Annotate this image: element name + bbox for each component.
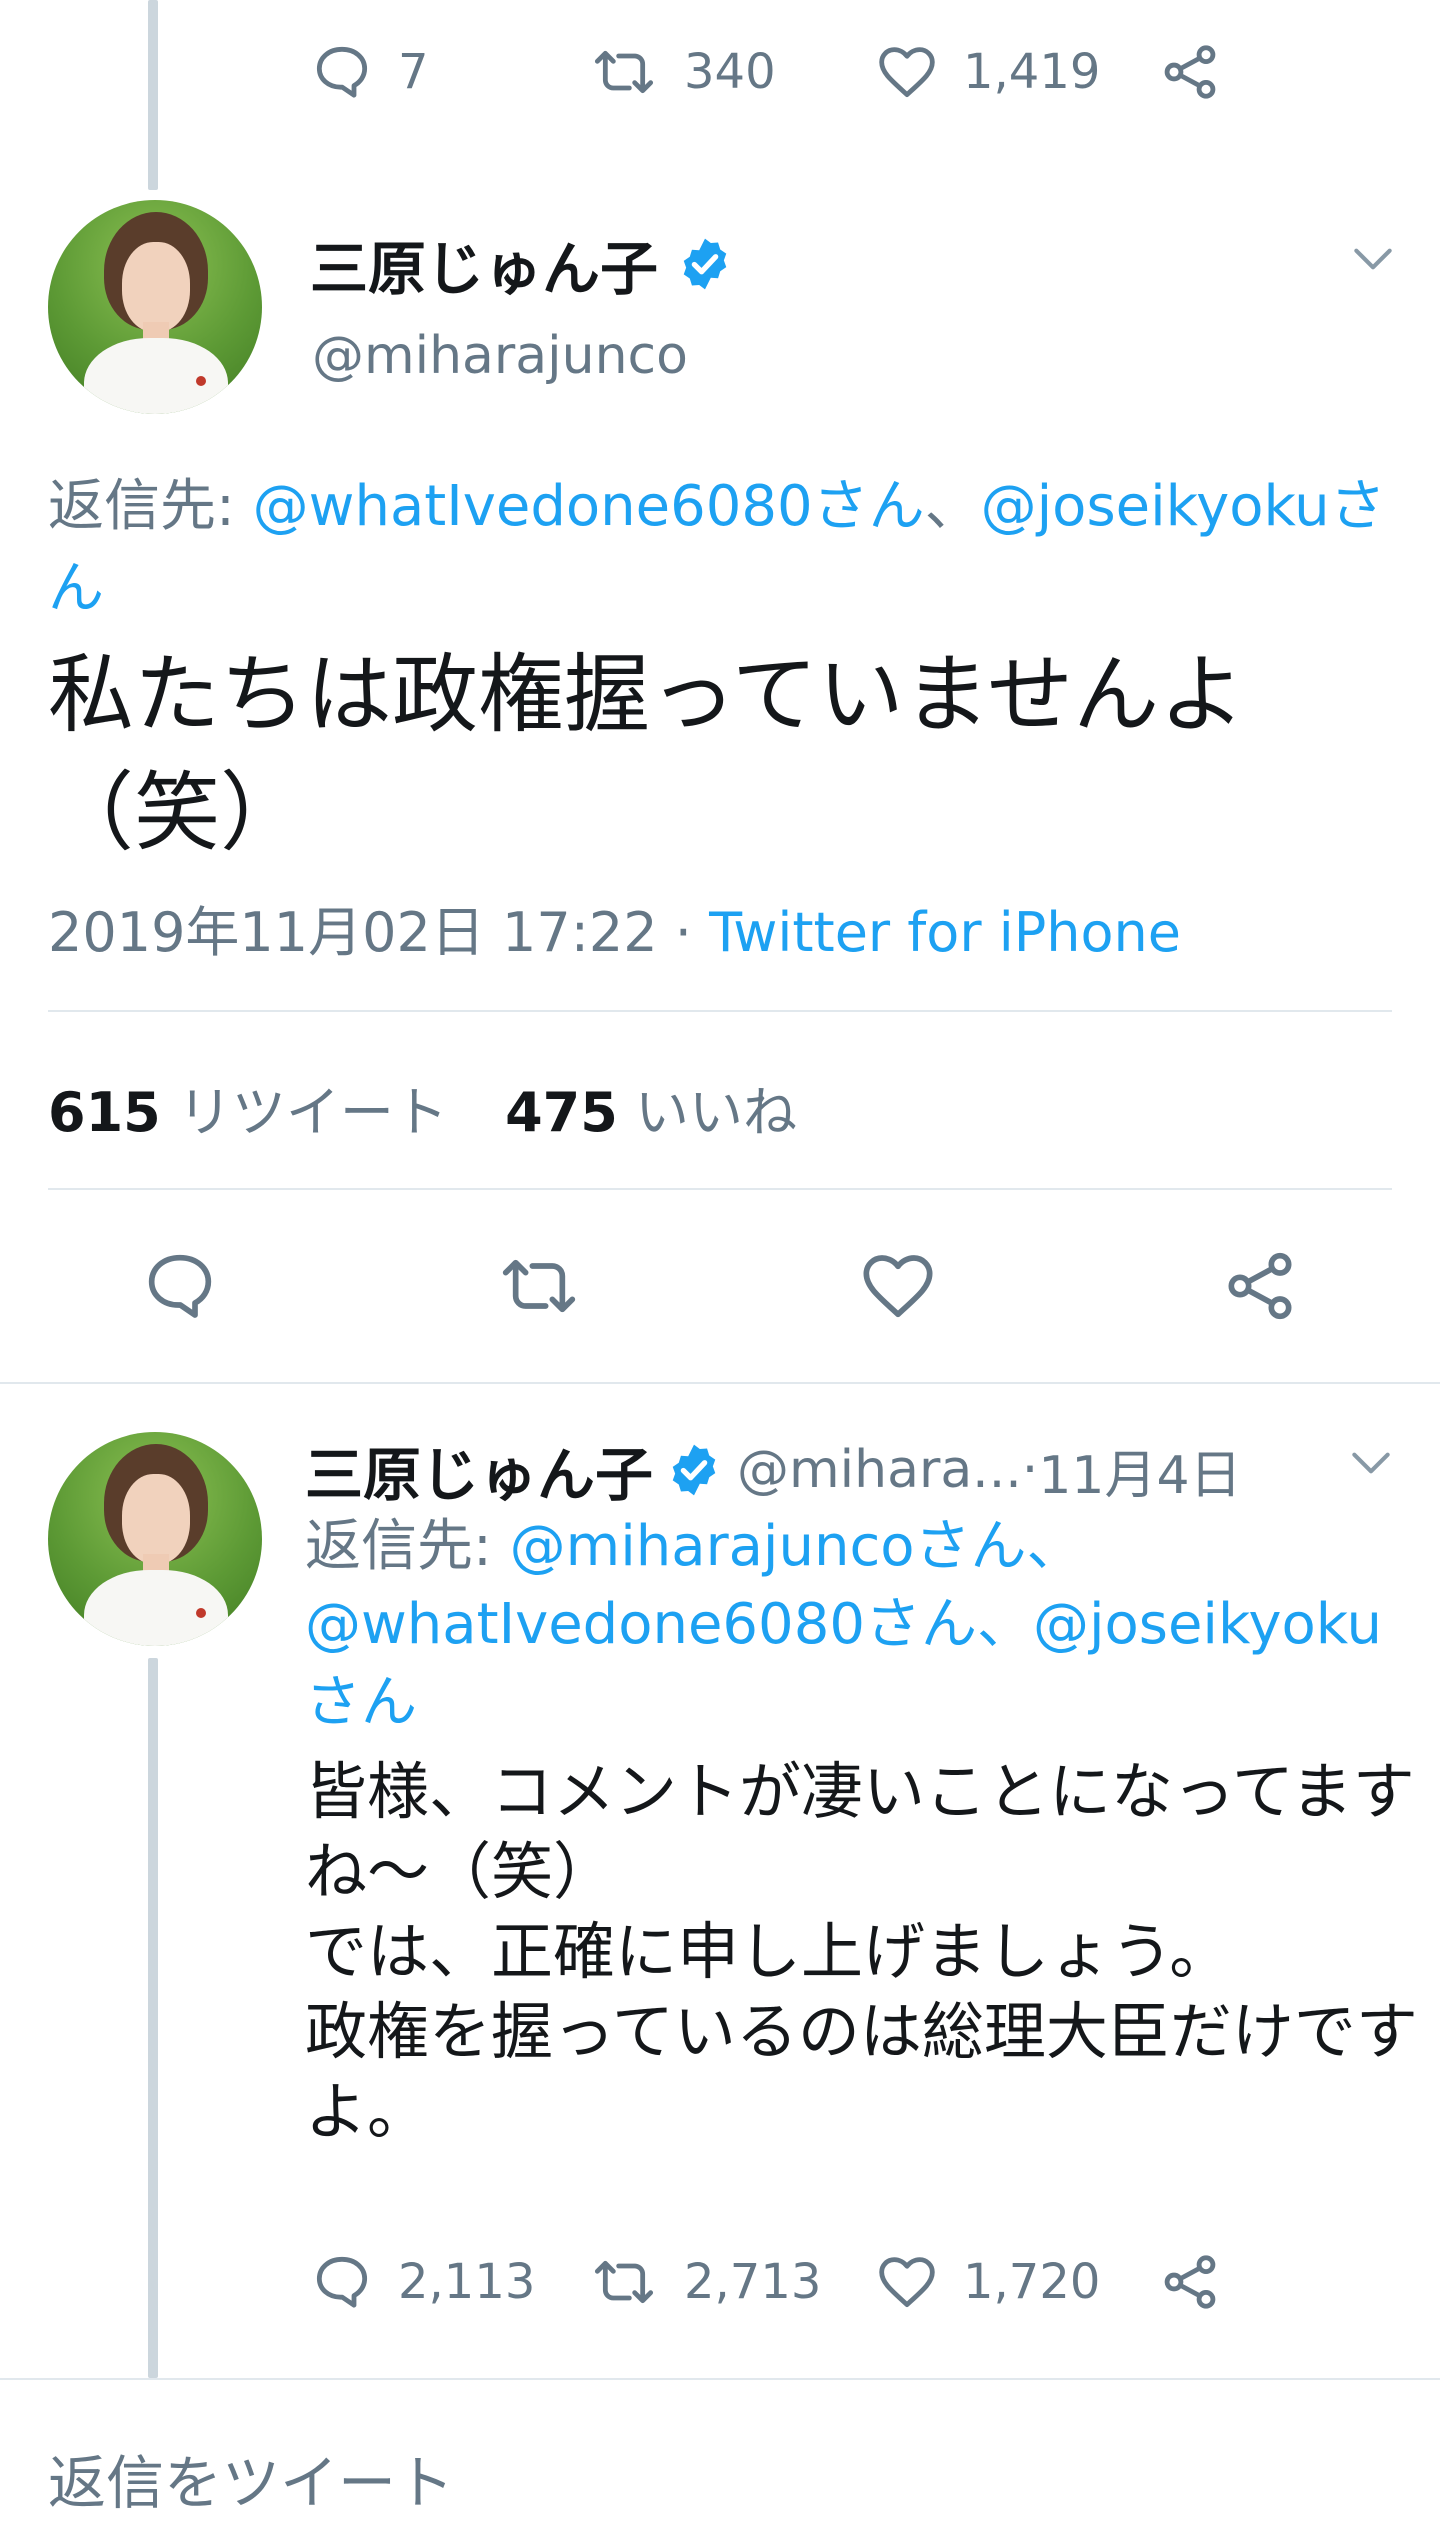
likes-label: いいね <box>634 1081 797 1144</box>
reply-reply-to-link-4[interactable]: さん <box>305 1670 417 1735</box>
divider-4 <box>0 2378 1440 2380</box>
reply-icon <box>316 2256 368 2308</box>
retweet-icon <box>594 2260 654 2304</box>
main-reply-to-prefix: 返信先: <box>48 474 253 539</box>
thread-line-top <box>148 0 158 190</box>
main-author-avatar[interactable] <box>48 200 262 414</box>
main-author-name: 三原じゅん子 <box>310 235 659 303</box>
thread-line-bottom <box>148 1658 158 2378</box>
main-reply-to-link-2[interactable]: @joseikyokuさ <box>981 474 1386 539</box>
reply-reply-action[interactable]: 2,113 <box>310 2250 535 2314</box>
reply-text-line-5: よ。 <box>305 2075 430 2148</box>
likes-num: 475 <box>505 1081 618 1144</box>
prev-like-action[interactable]: 1,419 <box>875 40 1100 104</box>
main-tweet-meta: 2019年11月02日 17:22 · Twitter for iPhone <box>48 888 1181 967</box>
retweets-num: 615 <box>48 1081 161 1144</box>
divider-3 <box>0 1382 1440 1384</box>
reply-retweet-action[interactable]: 2,713 <box>588 2250 821 2314</box>
reply-text-line-1: 皆様、コメントが凄いことになってます <box>305 1755 1415 1828</box>
reply-reply-to-link-2[interactable]: @whatIvedone6080さん、 <box>305 1592 1033 1657</box>
reply-header: 三原じゅん子 @mihara... · 11月4日 <box>305 1428 1242 1512</box>
share-icon <box>1164 45 1216 99</box>
reply-text-line-2: ね〜（笑） <box>305 1835 616 1908</box>
prev-like-count: 1,419 <box>963 44 1101 100</box>
main-reply-to-link-1[interactable]: @whatIvedone6080さん <box>253 474 925 539</box>
prev-share-action[interactable] <box>1158 40 1222 104</box>
main-author-name-row[interactable]: 三原じゅん子 <box>310 222 734 306</box>
main-share-button[interactable] <box>1220 1246 1300 1326</box>
main-tweet-timestamp[interactable]: 2019年11月02日 17:22 <box>48 901 658 964</box>
like-icon <box>879 47 935 98</box>
reply-date[interactable]: 11月4日 <box>1038 1433 1241 1508</box>
chevron-down-icon[interactable] <box>1348 234 1398 284</box>
reply-composer-placeholder: 返信をツイート <box>48 2449 455 2517</box>
likes-stat[interactable]: 475 いいね <box>505 1081 797 1144</box>
reply-author-handle[interactable]: @mihara... <box>737 1440 1022 1500</box>
reply-icon <box>316 46 368 98</box>
retweets-stat[interactable]: 615 リツイート <box>48 1081 448 1144</box>
reply-like-action[interactable]: 1,720 <box>875 2250 1100 2314</box>
reply-text-line-3: では、正確に申し上げましょう。 <box>305 1915 1232 1988</box>
main-tweet-meta-sep: · <box>657 901 710 964</box>
prev-retweet-action[interactable]: 340 <box>588 40 776 104</box>
main-reply-to: 返信先: @whatIvedone6080さん、@joseikyokuさん <box>48 466 1398 630</box>
prev-retweet-count: 340 <box>684 44 776 100</box>
main-reply-to-link-2-cont[interactable]: ん <box>48 556 104 621</box>
main-like-button[interactable] <box>858 1246 938 1326</box>
chevron-down-icon[interactable] <box>1346 1438 1396 1488</box>
main-tweet-text-line-2: （笑） <box>48 763 306 863</box>
verified-icon <box>672 1444 716 1496</box>
verified-icon <box>683 238 727 290</box>
reply-reply-to-link-3[interactable]: @joseikyoku <box>1033 1592 1382 1657</box>
main-tweet-source[interactable]: Twitter for iPhone <box>709 901 1181 964</box>
reply-meta-sep: · <box>1021 1440 1039 1500</box>
reply-reply-count: 2,113 <box>398 2254 536 2310</box>
reply-reply-to: 返信先: @miharajuncoさん、 @whatIvedone6080さん、… <box>305 1508 1405 1742</box>
prev-reply-count: 7 <box>398 44 429 100</box>
main-author-handle[interactable]: @miharajunco <box>312 326 688 386</box>
main-tweet-stats: 615 リツイート 475 いいね <box>48 1068 797 1147</box>
reply-share-action[interactable] <box>1158 2250 1222 2314</box>
main-tweet-text: 私たちは政権握っていませんよ （笑） <box>48 636 1245 872</box>
like-icon <box>879 2257 935 2308</box>
reply-author-name[interactable]: 三原じゅん子 <box>305 1428 653 1512</box>
prev-reply-action[interactable]: 7 <box>310 40 429 104</box>
retweets-label: リツイート <box>177 1081 448 1144</box>
reply-author-avatar[interactable] <box>48 1432 262 1646</box>
share-icon <box>1164 2255 1216 2309</box>
reply-text-line-4: 政権を握っているのは総理大臣だけです <box>305 1995 1418 2068</box>
divider-1 <box>48 1010 1392 1012</box>
reply-reply-to-prefix: 返信先: <box>305 1514 510 1579</box>
divider-2 <box>48 1188 1392 1190</box>
reply-like-count: 1,720 <box>963 2254 1101 2310</box>
main-tweet-text-line-1: 私たちは政権握っていませんよ <box>48 645 1246 745</box>
reply-retweet-count: 2,713 <box>684 2254 822 2310</box>
retweet-icon <box>594 50 654 94</box>
reply-composer[interactable]: 返信をツイート <box>48 2436 454 2520</box>
main-reply-button[interactable] <box>140 1246 220 1326</box>
reply-reply-to-link-1[interactable]: @miharajuncoさん、 <box>510 1514 1083 1579</box>
main-reply-to-sep: 、 <box>924 474 981 539</box>
reply-tweet-text: 皆様、コメントが凄いことになってます ね〜（笑） では、正確に申し上げましょう。… <box>305 1752 1418 2152</box>
main-retweet-button[interactable] <box>494 1246 584 1326</box>
